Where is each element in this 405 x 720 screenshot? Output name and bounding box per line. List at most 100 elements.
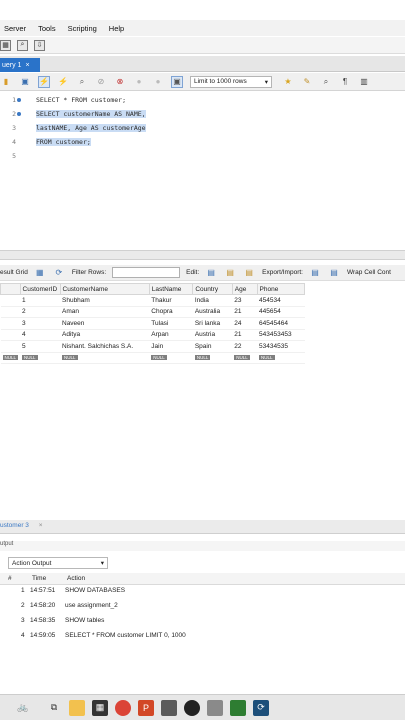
tab-customer-3[interactable]: ustomer 3 × <box>0 522 43 529</box>
close-icon[interactable]: × <box>39 522 43 529</box>
cell[interactable]: India <box>192 294 233 307</box>
cell[interactable]: Chopra <box>149 306 193 318</box>
table-row[interactable]: 4 Aditya Arpan Austria 21 543453453 <box>0 329 305 341</box>
stop-icon[interactable]: ⊘ <box>95 76 107 88</box>
invisible-chars-icon[interactable]: ¶ <box>339 76 351 88</box>
task-view-icon[interactable]: ⧉ <box>46 700 62 716</box>
find-icon[interactable]: ⌕ <box>320 76 332 88</box>
output-row[interactable]: 2 14:58:20 use assignment_2 <box>0 600 405 615</box>
action-output-select[interactable]: Action Output ▾ <box>8 557 108 569</box>
grid-icon[interactable]: ▦ <box>34 267 46 279</box>
cell[interactable]: 64545464 <box>257 317 305 330</box>
cell[interactable]: Austria <box>192 329 233 341</box>
execute-icon[interactable]: ⚡ <box>38 75 50 88</box>
output-row[interactable]: 3 14:58:35 SHOW tables <box>0 615 405 630</box>
file-explorer-icon[interactable] <box>69 699 85 716</box>
cell[interactable]: 445654 <box>257 306 305 318</box>
menu-tools[interactable]: Tools <box>38 24 56 33</box>
table-row[interactable]: 3 Naveen Tulasi Sri lanka 24 64545464 <box>0 317 305 330</box>
column-header[interactable]: Phone <box>256 283 306 295</box>
cell[interactable]: 2 <box>20 306 60 318</box>
tab-query-1[interactable]: uery 1 × <box>0 58 40 72</box>
cell[interactable]: Tulasi <box>149 317 193 330</box>
import-icon[interactable]: ▤ <box>328 267 340 279</box>
cell[interactable]: Sri lanka <box>192 317 233 330</box>
toggle-icon[interactable]: ⊗ <box>114 76 126 88</box>
statement-marker <box>17 98 21 102</box>
bicycle-icon[interactable]: 🚲 <box>7 700 39 716</box>
star-icon[interactable]: ★ <box>282 76 294 88</box>
cell[interactable]: 543453453 <box>257 329 305 341</box>
output-row[interactable]: 1 14:57:51 SHOW DATABASES <box>0 585 405 600</box>
cell[interactable]: 53434535 <box>257 340 305 353</box>
filter-rows-input[interactable] <box>112 267 181 278</box>
cell[interactable]: 454534 <box>257 294 305 307</box>
cell[interactable]: 4 <box>20 329 60 341</box>
column-header[interactable]: CustomerID <box>19 283 61 295</box>
app-green-icon[interactable] <box>230 699 246 716</box>
chrome-icon[interactable] <box>115 699 131 716</box>
menu-help[interactable]: Help <box>109 24 124 33</box>
null-badge: NULL <box>151 355 167 361</box>
export-icon[interactable]: ▤ <box>309 267 321 279</box>
cell[interactable]: Thakur <box>149 294 193 307</box>
autocommit-icon[interactable]: ▣ <box>171 75 183 88</box>
cell[interactable]: Nishant. Salchichas S.A. <box>60 340 150 353</box>
folder-icon[interactable]: ▮ <box>0 76 12 88</box>
cell[interactable]: 23 <box>232 294 258 307</box>
save-icon[interactable]: ▣ <box>19 76 31 88</box>
export-icon[interactable]: ⇩ <box>34 39 45 51</box>
result-grid-label[interactable]: esult Grid <box>0 269 28 276</box>
close-icon[interactable]: × <box>25 62 29 69</box>
obs-icon[interactable] <box>184 699 200 716</box>
cell[interactable]: 22 <box>232 340 258 353</box>
cell[interactable]: 21 <box>232 306 258 318</box>
table-row[interactable]: 2 Aman Chopra Australia 21 445654 <box>0 306 305 318</box>
refresh-icon[interactable]: ⟳ <box>53 267 65 279</box>
wrap-cell-label[interactable]: Wrap Cell Cont <box>347 269 391 276</box>
delete-row-icon[interactable]: ▤ <box>243 267 255 279</box>
beautify-icon[interactable]: ✎ <box>301 76 313 88</box>
cell[interactable]: 3 <box>20 317 60 330</box>
cell[interactable]: Naveen <box>60 317 150 330</box>
wrap-icon[interactable]: ▥ <box>358 76 370 88</box>
column-header[interactable]: CustomerName <box>59 283 150 295</box>
cell[interactable]: 5 <box>20 340 60 353</box>
menu-server[interactable]: Server <box>4 24 26 33</box>
cell[interactable]: 1 <box>20 294 60 307</box>
limit-rows-select[interactable]: Limit to 1000 rows ▾ <box>190 75 272 88</box>
rollback-icon[interactable]: ● <box>152 76 164 88</box>
cell[interactable]: Aditya <box>60 329 150 341</box>
cell[interactable]: Shubham <box>60 294 150 307</box>
output-row[interactable]: 4 14:59:05 SELECT * FROM customer LIMIT … <box>0 630 405 645</box>
column-header[interactable]: Age <box>231 283 258 295</box>
add-row-icon[interactable]: ▤ <box>224 267 236 279</box>
grid-icon[interactable]: ▦ <box>0 39 11 51</box>
edit-label: Edit: <box>186 269 200 276</box>
table-row[interactable]: 5 Nishant. Salchichas S.A. Jain Spain 22… <box>0 340 305 353</box>
explain-icon[interactable]: ⌕ <box>76 76 88 88</box>
sql-editor[interactable]: 1 SELECT * FROM customer; 2 SELECT custo… <box>0 92 405 250</box>
cell[interactable]: Arpan <box>149 329 193 341</box>
commit-icon[interactable]: ● <box>133 76 145 88</box>
cell[interactable]: 21 <box>232 329 258 341</box>
cell[interactable]: Australia <box>192 306 233 318</box>
printer-icon[interactable] <box>207 699 223 716</box>
table-row[interactable]: 1 Shubham Thakur India 23 454534 <box>0 294 305 307</box>
table-row-null[interactable]: NULL NULL NULL NULL NULL NULL NULL <box>0 352 305 364</box>
mysql-workbench-icon[interactable]: ⟳ <box>253 699 269 716</box>
menu-scripting[interactable]: Scripting <box>68 24 97 33</box>
cell[interactable]: 24 <box>232 317 258 330</box>
column-header[interactable]: Country <box>192 283 233 295</box>
calculator-icon[interactable]: ▦ <box>92 699 108 716</box>
cell[interactable]: Aman <box>60 306 150 318</box>
execute-current-icon[interactable]: ⚡ <box>57 76 69 88</box>
cell[interactable]: Jain <box>149 340 193 353</box>
search-icon[interactable]: ⌕ <box>17 39 28 51</box>
edit-row-icon[interactable]: ▤ <box>205 267 217 279</box>
panel-splitter[interactable] <box>0 250 405 260</box>
cell[interactable]: Spain <box>192 340 233 353</box>
app-icon[interactable] <box>161 699 177 716</box>
powerpoint-icon[interactable]: P <box>138 699 154 716</box>
column-header[interactable]: LastName <box>148 283 194 295</box>
